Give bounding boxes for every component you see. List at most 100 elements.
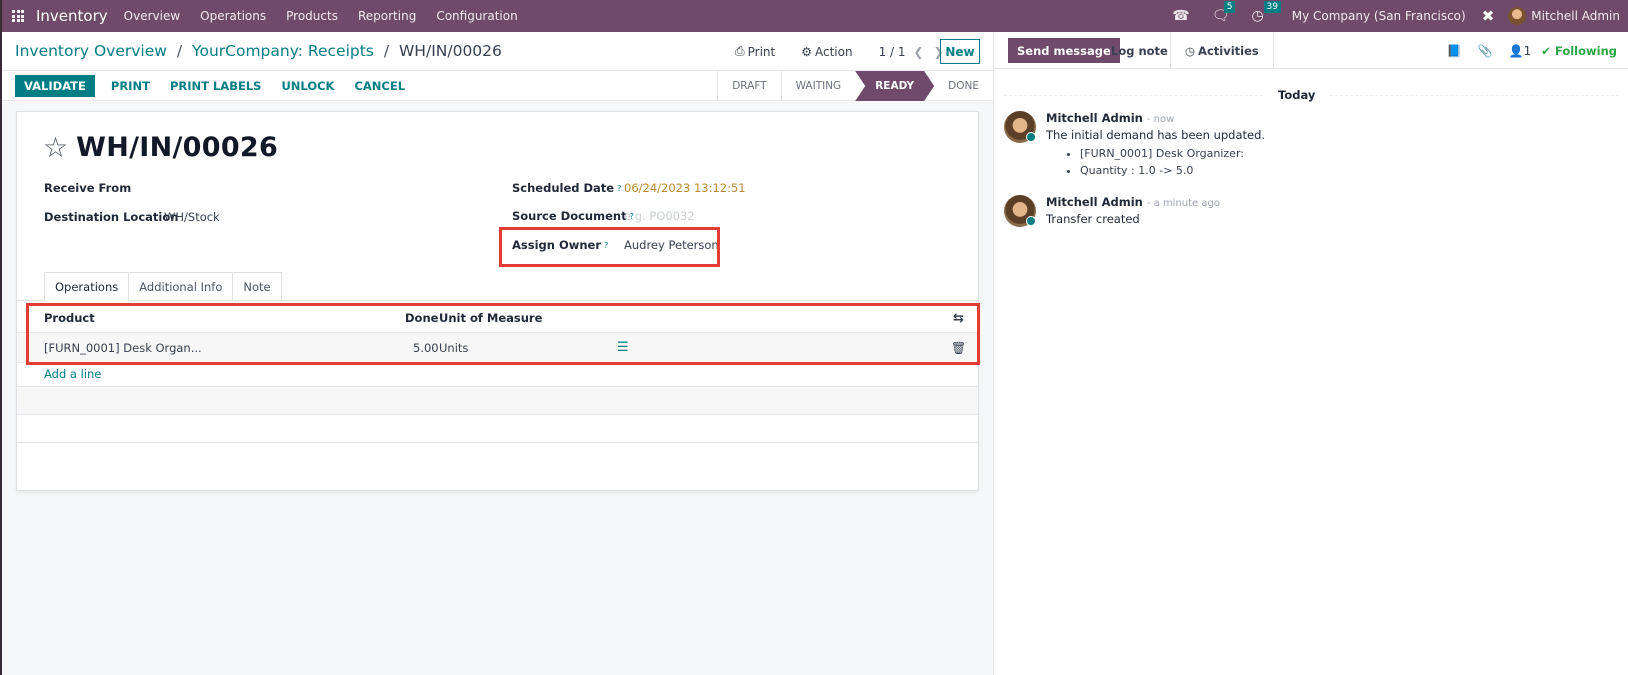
menu-overview[interactable]: Overview — [114, 9, 191, 23]
author-name: Mitchell Admin — [1046, 111, 1143, 125]
destination-location-field: Destination Location WH/Stock — [44, 210, 220, 224]
user-avatar[interactable] — [1508, 7, 1527, 25]
breadcrumb-current: WH/IN/00026 — [398, 42, 502, 60]
navbar-systray: ☎ 🗨 5 ◷ 39 My Company (San Francisco) ✖ Mi… — [1172, 0, 1620, 32]
form-sheet: ☆ WH/IN/00026 Receive From Destination L… — [16, 111, 980, 491]
following-button[interactable]: ✔ Following — [1541, 44, 1617, 58]
window-edge — [0, 0, 2, 675]
app-grid-icon[interactable] — [12, 10, 24, 22]
workflow-buttons: VALIDATE PRINT PRINT LABELS UNLOCK CANCE… — [15, 75, 409, 97]
control-panel: Inventory Overview / YourCompany: Receip… — [0, 32, 993, 71]
activities-badge: 39 — [1263, 1, 1281, 13]
menu-configuration[interactable]: Configuration — [426, 9, 527, 23]
pager-previous-icon[interactable]: ❮ — [914, 45, 924, 59]
stage-ready: READY — [855, 71, 934, 101]
destination-location-input[interactable]: WH/Stock — [164, 210, 220, 224]
tab-operations[interactable]: Operations — [44, 272, 130, 301]
message-body: Transfer created — [1046, 212, 1140, 226]
record-actions: ⎙ Print ⚙ Action 1 / 1 ❮ ❯ — [735, 44, 954, 59]
source-document-input[interactable]: e.g. PO0032 — [624, 209, 695, 223]
unlock-button[interactable]: UNLOCK — [277, 79, 338, 93]
message-tracking-list: [FURN_0001] Desk Organizer: Quantity : 1… — [1066, 145, 1244, 179]
chatter-actions: 📘 📎 👤1 ✔ Following — [1447, 32, 1617, 69]
print-button[interactable]: ⎙ Print — [735, 44, 775, 59]
menu-reporting[interactable]: Reporting — [348, 9, 426, 23]
stage-waiting: WAITING — [795, 80, 842, 92]
send-message-button[interactable]: Send message — [1008, 38, 1120, 63]
status-bar: VALIDATE PRINT PRINT LABELS UNLOCK CANCE… — [0, 71, 993, 101]
record-title-row: ☆ WH/IN/00026 — [43, 132, 278, 163]
activities-button[interactable]: ◷ Activities — [1170, 32, 1274, 69]
tracking-item: Quantity : 1.0 -> 5.0 — [1080, 162, 1244, 179]
validate-button[interactable]: VALIDATE — [15, 75, 95, 97]
receive-from-field: Receive From — [44, 181, 131, 195]
star-favorite-icon[interactable]: ☆ — [43, 133, 68, 162]
pager-value[interactable]: 1 / 1 — [879, 45, 906, 59]
message-author[interactable]: Mitchell Admin - a minute ago — [1046, 195, 1220, 209]
record-title: WH/IN/00026 — [76, 132, 279, 163]
app-name[interactable]: Inventory — [36, 7, 108, 25]
stage-done: DONE — [948, 80, 979, 92]
help-tooltip-icon[interactable]: ? — [617, 184, 621, 193]
company-switcher[interactable]: My Company (San Francisco) — [1292, 9, 1466, 23]
phone-icon[interactable]: ☎ — [1172, 8, 1189, 24]
top-navbar: Inventory Overview Operations Products R… — [0, 0, 1628, 32]
breadcrumb-separator: / — [176, 42, 183, 60]
highlight-operations-table — [26, 303, 980, 365]
scheduled-date-field: Scheduled Date? 06/24/2023 13:12:51 — [512, 181, 746, 195]
source-document-field: Source Document? e.g. PO0032 — [512, 209, 695, 223]
followers-count: 1 — [1523, 43, 1532, 58]
print-label: Print — [747, 44, 776, 59]
clock-icon: ◷ — [1185, 43, 1196, 58]
action-button[interactable]: ⚙ Action — [801, 45, 852, 59]
book-icon[interactable]: 📘 — [1447, 44, 1462, 58]
action-label: Action — [814, 44, 853, 59]
chatter-message: Mitchell Admin - now The initial demand … — [1004, 111, 1604, 181]
message-time: - now — [1146, 114, 1175, 125]
menu-products[interactable]: Products — [276, 9, 348, 23]
print-action-button[interactable]: PRINT — [107, 79, 154, 93]
highlight-assign-owner — [499, 227, 720, 267]
notebook-tabs: Operations Additional Info Note — [44, 272, 282, 301]
log-note-button[interactable]: Log note — [1111, 38, 1168, 63]
messages-icon[interactable]: 🗨 5 — [1212, 1, 1236, 24]
scheduled-date-label: Scheduled Date — [512, 181, 615, 195]
stage-draft: DRAFT — [718, 71, 782, 101]
breadcrumb-receipts[interactable]: YourCompany: Receipts — [192, 42, 374, 60]
empty-row — [17, 387, 978, 415]
print-labels-button[interactable]: PRINT LABELS — [166, 79, 266, 93]
tab-additional-info[interactable]: Additional Info — [129, 272, 234, 301]
activities-label: Activities — [1198, 43, 1259, 58]
tracking-item: [FURN_0001] Desk Organizer: — [1080, 145, 1244, 162]
printer-icon: ⎙ — [735, 44, 745, 58]
menu-operations[interactable]: Operations — [190, 9, 276, 23]
followers-button[interactable]: 👤1 — [1509, 44, 1532, 58]
message-body: The initial demand has been updated. — [1046, 128, 1266, 142]
new-button[interactable]: New — [940, 39, 980, 64]
scheduled-date-input[interactable]: 06/24/2023 13:12:51 — [624, 181, 746, 195]
empty-row — [17, 415, 978, 443]
paperclip-icon[interactable]: 📎 — [1478, 44, 1493, 58]
message-author[interactable]: Mitchell Admin - now — [1046, 111, 1174, 125]
destination-location-label: Destination Location — [44, 210, 179, 224]
chatter-message: Mitchell Admin - a minute ago Transfer c… — [1004, 195, 1604, 235]
chatter-topbar: Send message Log note ◷ Activities 📘 📎 👤1… — [994, 32, 1628, 69]
online-status-icon — [1026, 132, 1036, 142]
tab-note[interactable]: Note — [233, 272, 282, 301]
cancel-button[interactable]: CANCEL — [350, 79, 409, 93]
stage-pipeline: DRAFT WAITING READY DONE — [717, 71, 993, 101]
debug-tools-icon[interactable]: ✖ — [1482, 7, 1495, 25]
gear-icon: ⚙ — [801, 44, 812, 59]
breadcrumb-inventory-overview[interactable]: Inventory Overview — [15, 42, 167, 60]
date-separator: Today — [1264, 88, 1330, 102]
messages-badge: 5 — [1223, 1, 1236, 13]
message-time: - a minute ago — [1146, 198, 1220, 209]
check-icon: ✔ — [1541, 43, 1555, 58]
breadcrumb-separator: / — [383, 42, 390, 60]
chatter-panel: Send message Log note ◷ Activities 📘 📎 👤1… — [993, 32, 1628, 675]
online-status-icon — [1026, 216, 1036, 226]
receive-from-label: Receive From — [44, 181, 132, 195]
person-icon: 👤 — [1508, 43, 1524, 58]
user-menu[interactable]: Mitchell Admin — [1531, 9, 1620, 23]
activities-clock-icon[interactable]: ◷ 39 — [1252, 1, 1281, 24]
